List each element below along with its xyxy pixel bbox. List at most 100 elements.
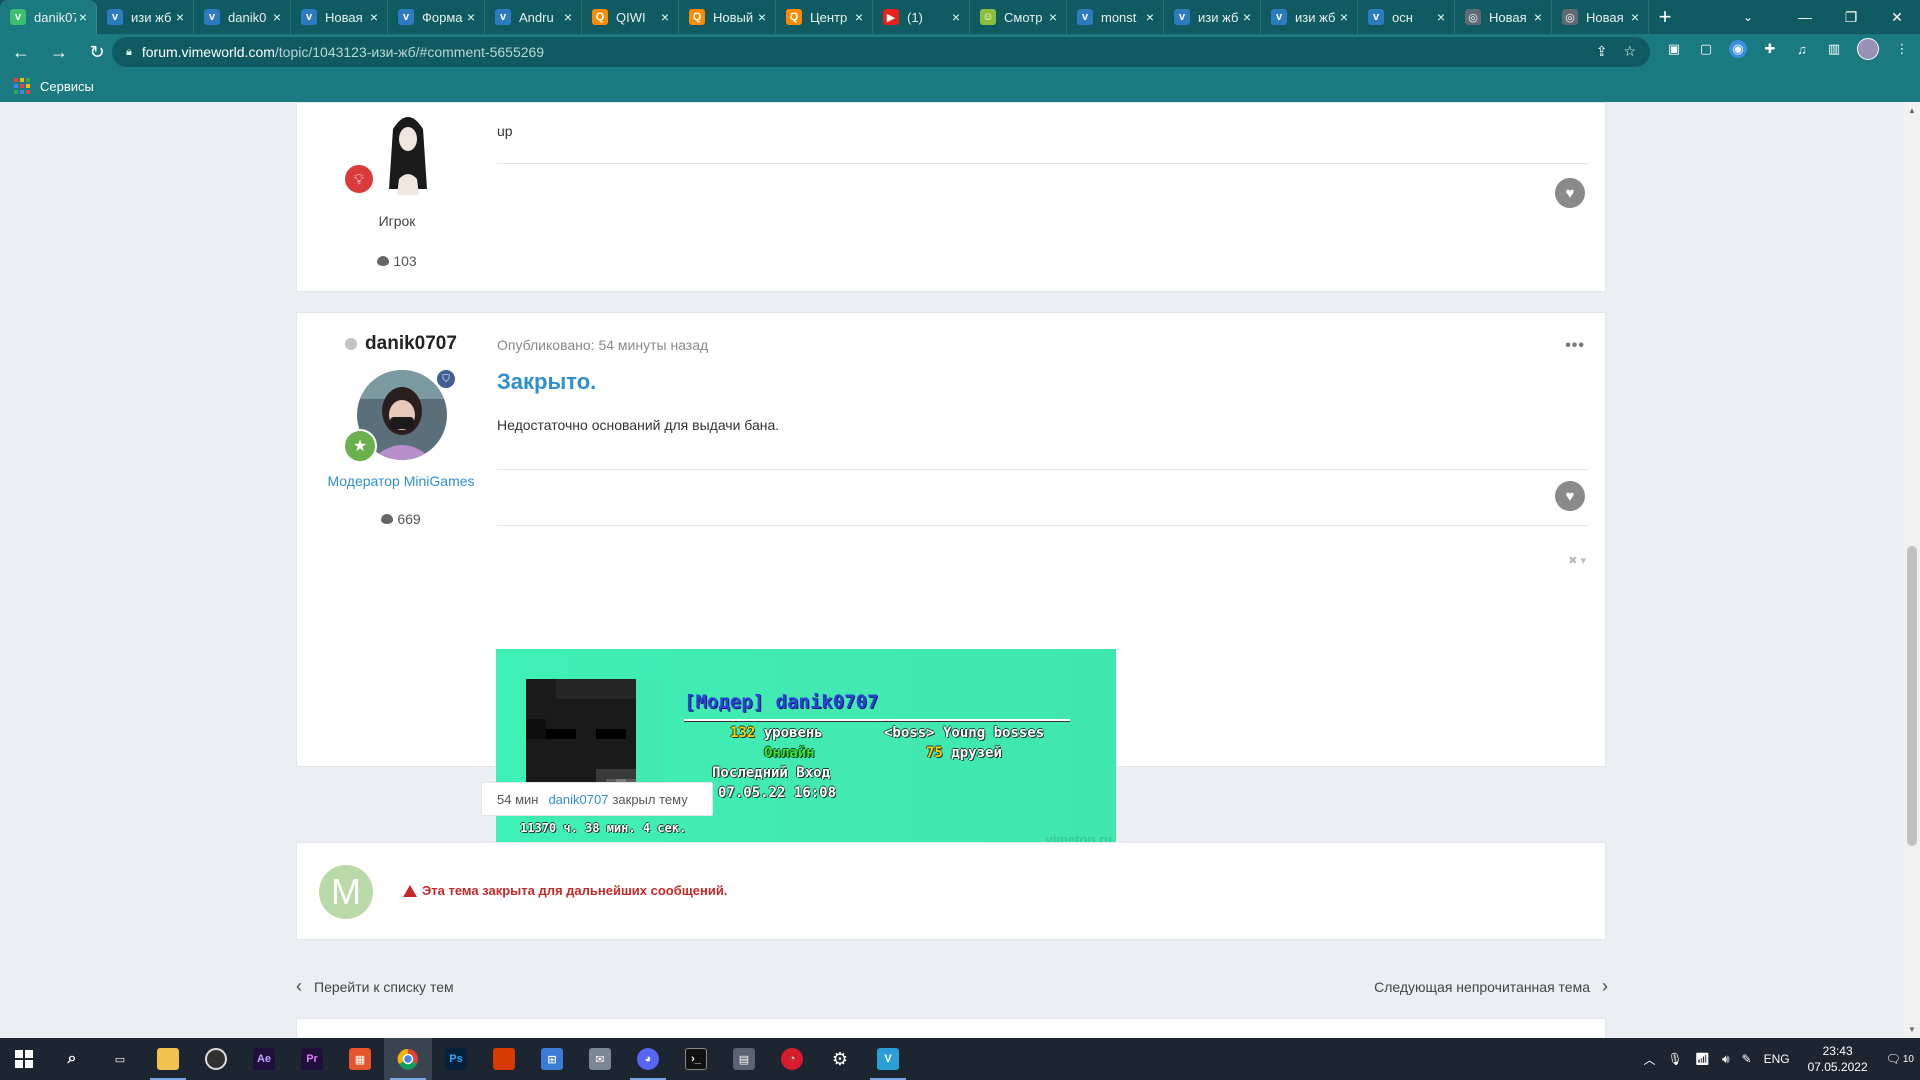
browser-tab[interactable]: v изи жб × [1164,0,1261,34]
puzzle-icon[interactable]: ✚ [1761,40,1779,58]
browser-tab[interactable]: ◎ Новая × [1552,0,1649,34]
next-label[interactable]: Следующая непрочитанная тема [1374,979,1590,995]
browser-tab[interactable]: v Форма × [388,0,485,34]
forward-icon[interactable]: → [42,37,76,67]
browser-tab[interactable]: ▶ (1) × [873,0,970,34]
menu-dots-icon[interactable]: ⋮ [1893,40,1911,58]
new-tab-button[interactable]: + [1649,0,1681,34]
wifi-icon[interactable]: 📶︎ [1695,1052,1710,1066]
tab-close-icon[interactable]: × [464,9,478,25]
like-heart-icon[interactable]: ♥ [1555,481,1585,511]
tab-close-icon[interactable]: × [949,9,963,25]
taskbar-obs[interactable] [192,1038,240,1080]
taskbar-store[interactable]: ⊞ [528,1038,576,1080]
extension-blue-icon[interactable]: ◉ [1729,40,1747,58]
profile-avatar[interactable] [1857,38,1879,60]
taskbar-photoshop[interactable]: Ps [432,1038,480,1080]
tab-close-icon[interactable]: × [1337,9,1351,25]
bookmark-star-icon[interactable]: ☆ [1623,43,1636,60]
side-panel-icon[interactable]: ▥ [1825,40,1843,58]
apps-grid-icon[interactable] [14,78,30,94]
tab-close-icon[interactable]: × [658,9,672,25]
tab-close-icon[interactable]: × [755,9,769,25]
page-scrollbar[interactable]: ▲ ▼ [1904,102,1920,1038]
back-icon[interactable]: ← [4,37,38,67]
next-unread-link[interactable]: Следующая непрочитанная тема › [1374,976,1608,997]
tab-search-icon[interactable]: ⌄ [1732,0,1764,34]
tab-close-icon[interactable]: × [1434,9,1448,25]
post2-author-name[interactable]: danik0707 [297,333,505,355]
like-heart-icon[interactable]: ♥ [1555,178,1585,208]
post1-avatar[interactable] [379,109,437,195]
volume-icon[interactable]: 🔊︎ [1722,1052,1730,1067]
browser-tab[interactable]: ☺ Смотр × [970,0,1067,34]
taskbar-explorer[interactable] [144,1038,192,1080]
tab-close-icon[interactable]: × [1531,9,1545,25]
signature-close-icon[interactable]: ✖ ▾ [1568,554,1586,567]
scrollbar-thumb[interactable] [1907,546,1917,846]
notifications-icon[interactable]: 🗨︎ 10 [1886,1052,1914,1066]
tab-close-icon[interactable]: × [367,9,381,25]
browser-tab[interactable]: Q Центр × [776,0,873,34]
taskbar-premiere[interactable]: Pr [288,1038,336,1080]
taskbar-app-grid[interactable]: ▦ [336,1038,384,1080]
lock-icon[interactable]: 🔒︎ [126,46,132,59]
browser-tab[interactable]: v monst × [1067,0,1164,34]
restore-icon[interactable]: ❐ [1828,0,1874,34]
scroll-up-icon[interactable]: ▲ [1908,106,1916,115]
media-icon[interactable]: ♫ [1793,40,1811,58]
tab-close-icon[interactable]: × [1240,9,1254,25]
browser-tab[interactable]: v danik0707× [0,0,97,34]
taskbar-opera[interactable]: ◔ [768,1038,816,1080]
browser-tab[interactable]: v Новая × [291,0,388,34]
browser-tab[interactable]: v danik0 × [194,0,291,34]
browser-tab[interactable]: Q Новый × [679,0,776,34]
signature-banner[interactable]: [Модер] danik0707 132 уровень Онлайн Пос… [496,649,1116,849]
microphone-icon[interactable]: 🎙︎ [1667,1052,1682,1066]
tab-close-icon[interactable]: × [173,9,187,25]
more-options-icon[interactable]: ••• [1565,337,1585,355]
close-window-icon[interactable]: ✕ [1874,0,1920,34]
taskbar-discord[interactable]: ◕ [624,1038,672,1080]
taskbar-calculator[interactable]: ▤ [720,1038,768,1080]
browser-tab[interactable]: Q QIWI × [582,0,679,34]
event-user-link[interactable]: danik0707 [548,792,608,807]
back-to-list-link[interactable]: ‹ Перейти к списку тем [296,976,454,997]
cast-icon[interactable]: ▣ [1665,40,1683,58]
browser-tab[interactable]: v Andru × [485,0,582,34]
tray-chevron-up-icon[interactable]: ︿ [1643,1051,1655,1068]
taskbar-chrome[interactable] [384,1038,432,1080]
share-icon[interactable]: ⇪ [1596,43,1608,60]
browser-tab[interactable]: ◎ Новая × [1455,0,1552,34]
bookmark-services[interactable]: Сервисы [40,79,94,94]
taskbar-office[interactable] [480,1038,528,1080]
browser-tab[interactable]: v изи жб × [97,0,194,34]
clock[interactable]: 23:43 07.05.2022 [1808,1043,1868,1075]
task-view-button[interactable]: ▭ [96,1038,144,1080]
browser-tab[interactable]: v изи жб × [1261,0,1358,34]
prev-label[interactable]: Перейти к списку тем [314,979,454,995]
taskbar-vimeworld[interactable]: V [864,1038,912,1080]
tab-close-icon[interactable]: × [1046,9,1060,25]
address-bar[interactable]: 🔒︎ forum.vimeworld.com/topic/1043123-изи… [112,37,1650,67]
taskbar-mail[interactable]: ✉ [576,1038,624,1080]
search-button[interactable]: ⌕ [48,1038,96,1080]
tab-close-icon[interactable]: × [1143,9,1157,25]
browser-tab[interactable]: v осн × [1358,0,1455,34]
tab-close-icon[interactable]: × [76,9,90,25]
minimize-icon[interactable]: — [1782,0,1828,34]
post2-author-label[interactable]: danik0707 [365,333,457,355]
taskbar-terminal[interactable]: ›_ [672,1038,720,1080]
reload-icon[interactable]: ↻ [80,37,114,67]
pen-icon[interactable]: ✎ [1742,1052,1752,1066]
tab-close-icon[interactable]: × [1628,9,1642,25]
pip-icon[interactable]: ▢ [1697,40,1715,58]
tab-close-icon[interactable]: × [270,9,284,25]
tab-close-icon[interactable]: × [852,9,866,25]
language-indicator[interactable]: ENG [1764,1052,1790,1066]
taskbar-after-effects[interactable]: Ae [240,1038,288,1080]
start-button[interactable] [0,1038,48,1080]
scroll-down-icon[interactable]: ▼ [1908,1025,1916,1034]
taskbar-settings[interactable]: ⚙ [816,1038,864,1080]
post2-posted-time[interactable]: Опубликовано: 54 минуты назад [497,337,708,353]
